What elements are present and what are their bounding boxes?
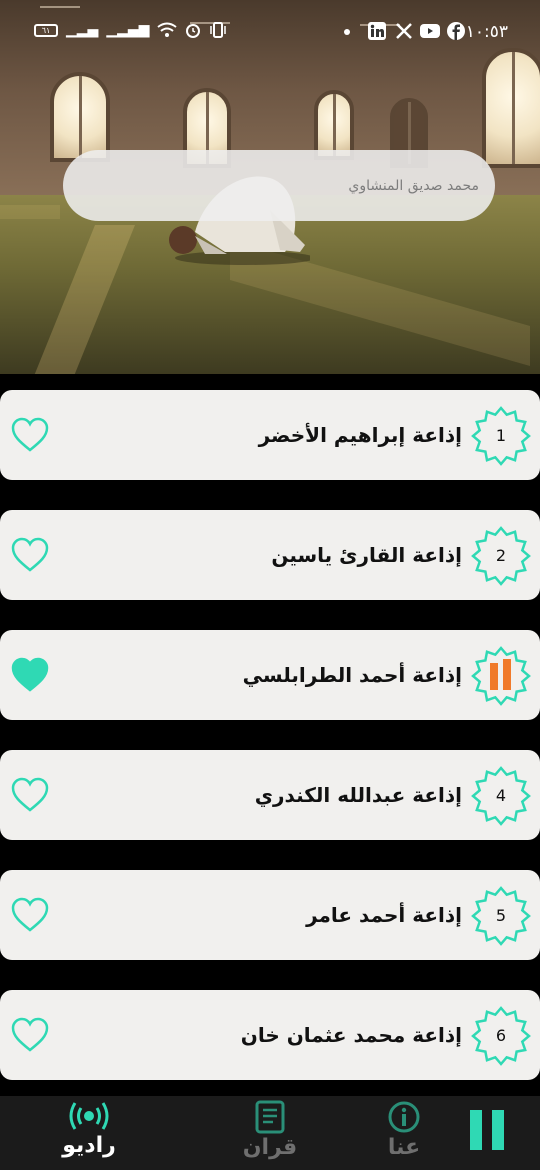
nav-quran-label: قران <box>242 1135 298 1160</box>
heart-outline-icon[interactable] <box>10 1017 50 1053</box>
nav-about-label: عنا <box>387 1135 421 1160</box>
wifi-icon <box>157 22 178 37</box>
pause-icon <box>470 1110 482 1150</box>
station-name: إذاعة أحمد الطرابلسي <box>242 663 462 687</box>
station-card[interactable]: 5 إذاعة أحمد عامر <box>0 870 540 960</box>
vibrate-icon <box>210 22 227 38</box>
station-number <box>470 645 532 707</box>
station-number: 2 <box>495 546 507 565</box>
status-bar: ٦١ ▁▂▄ ▁▂▄▆ ١٠:٥٣ <box>0 0 540 62</box>
station-number: 1 <box>495 426 507 445</box>
heart-outline-icon[interactable] <box>10 777 50 813</box>
station-card[interactable]: 4 إذاعة عبدالله الكندري <box>0 750 540 840</box>
pause-icon <box>492 1110 504 1150</box>
nav-quran[interactable]: قران <box>225 1100 315 1168</box>
linkedin-icon <box>368 22 386 40</box>
station-number: 6 <box>495 1026 507 1045</box>
status-left-icons: ٦١ ▁▂▄ ▁▂▄▆ <box>34 22 227 38</box>
signal-icon: ▁▂▄ <box>66 22 99 38</box>
station-number-badge: 4 <box>470 765 532 827</box>
station-card[interactable]: 6 إذاعة محمد عثمان خان <box>0 990 540 1080</box>
clock: ١٠:٥٣ <box>465 22 508 42</box>
nav-radio-label: راديو <box>62 1133 116 1158</box>
station-number: 4 <box>495 786 507 805</box>
station-number-badge <box>470 645 532 707</box>
station-card[interactable]: 1 إذاعة إبراهيم الأخضر <box>0 390 540 480</box>
radio-broadcast-icon <box>69 1102 109 1130</box>
station-card-playing[interactable]: إذاعة أحمد الطرابلسي <box>0 630 540 720</box>
station-name: إذاعة محمد عثمان خان <box>240 1023 462 1047</box>
pause-button[interactable] <box>470 1110 504 1150</box>
station-number-badge: 1 <box>470 405 532 467</box>
header-image: ٦١ ▁▂▄ ▁▂▄▆ ١٠:٥٣ محمد صديق المنشاوي <box>0 0 540 374</box>
window <box>50 72 110 162</box>
alarm-icon <box>186 24 201 38</box>
search-bar[interactable] <box>63 150 495 221</box>
bottom-navigation: راديو قران عنا <box>0 1096 540 1170</box>
station-card[interactable]: 2 إذاعة القارئ ياسين <box>0 510 540 600</box>
station-number-badge: 5 <box>470 885 532 947</box>
heart-outline-icon[interactable] <box>10 897 50 933</box>
station-number: 5 <box>495 906 507 925</box>
station-number-badge: 6 <box>470 1005 532 1067</box>
window <box>482 48 540 168</box>
search-input[interactable] <box>63 150 479 221</box>
nav-about[interactable]: عنا <box>359 1100 449 1168</box>
dot-icon <box>344 29 350 35</box>
light-ray <box>0 205 60 219</box>
station-number-badge: 2 <box>470 525 532 587</box>
info-icon <box>388 1101 420 1133</box>
battery-icon: ٦١ <box>34 23 58 37</box>
station-name: إذاعة القارئ ياسين <box>271 543 462 567</box>
signal-icon: ▁▂▄▆ <box>106 22 150 38</box>
tools-icon <box>396 23 412 39</box>
heart-filled-icon[interactable] <box>10 657 50 693</box>
station-name: إذاعة عبدالله الكندري <box>254 783 462 807</box>
nav-radio[interactable]: راديو <box>44 1100 134 1168</box>
station-name: إذاعة إبراهيم الأخضر <box>258 423 462 447</box>
book-icon <box>255 1100 285 1134</box>
heart-outline-icon[interactable] <box>10 417 50 453</box>
heart-outline-icon[interactable] <box>10 537 50 573</box>
facebook-icon <box>447 22 465 40</box>
station-name: إذاعة أحمد عامر <box>306 903 462 927</box>
youtube-icon <box>420 24 440 38</box>
